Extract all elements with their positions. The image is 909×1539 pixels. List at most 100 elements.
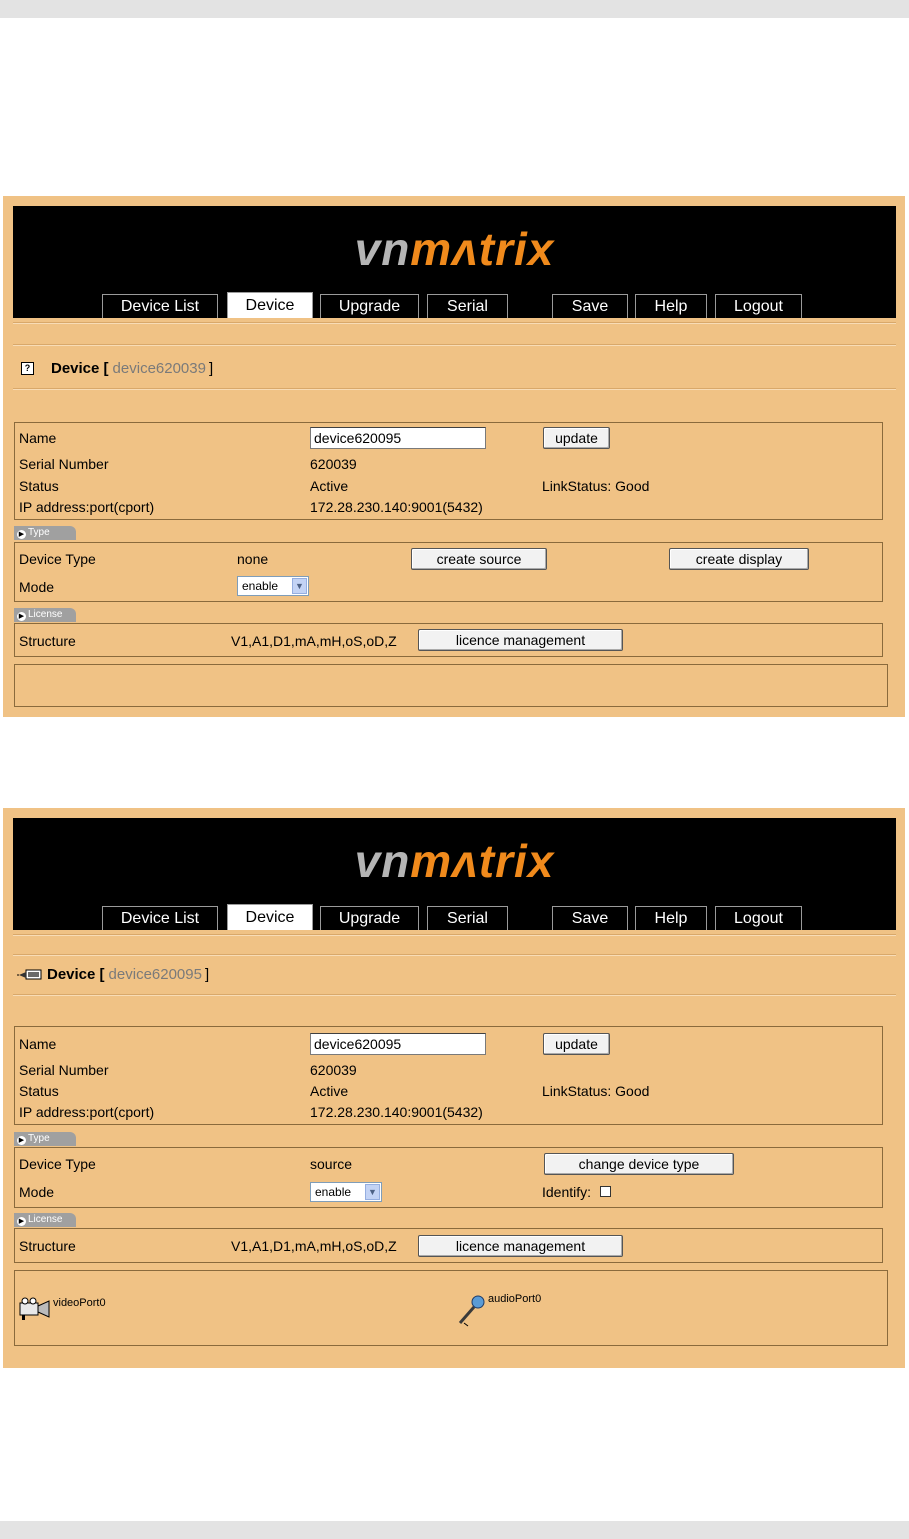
- device-heading: ? Device [ device620039 ]: [17, 360, 213, 377]
- tab-logout[interactable]: Logout: [715, 906, 802, 930]
- licence-management-button[interactable]: licence management: [418, 629, 623, 651]
- vnmatrix-logo: vnmʌtrix: [354, 835, 555, 887]
- mode-select-value: enable: [315, 1185, 352, 1199]
- microphone-icon: [458, 1295, 485, 1327]
- tab-save[interactable]: Save: [552, 906, 628, 930]
- tab-device[interactable]: Device: [227, 292, 313, 318]
- device-type-value: source: [310, 1156, 353, 1172]
- name-input[interactable]: device620095: [310, 427, 486, 449]
- tab-help[interactable]: Help: [635, 906, 707, 930]
- structure-value: V1,A1,D1,mA,mH,oS,oD,Z: [231, 1238, 397, 1254]
- divider: [13, 344, 896, 346]
- tab-device[interactable]: Device: [227, 904, 313, 930]
- change-device-type-button[interactable]: change device type: [544, 1153, 734, 1175]
- license-box: Structure V1,A1,D1,mA,mH,oS,oD,Z licence…: [14, 1228, 883, 1263]
- divider: [13, 388, 896, 390]
- structure-label: Structure: [19, 633, 76, 649]
- tab-logout[interactable]: Logout: [715, 294, 802, 318]
- device-page-screenshot-1: vnmʌtrix Device List Device Upgrade Seri…: [3, 196, 905, 717]
- divider: [13, 934, 896, 936]
- identify-label: Identify:: [542, 1184, 592, 1200]
- arrow-icon: ▶: [17, 612, 26, 621]
- device-id: device620095: [108, 966, 202, 983]
- license-section-tab[interactable]: ▶ License: [14, 1213, 76, 1227]
- document-top-bar: [0, 0, 909, 18]
- identify-checkbox[interactable]: [600, 1186, 611, 1197]
- tab-upgrade[interactable]: Upgrade: [320, 906, 419, 930]
- license-tab-label: License: [28, 1214, 63, 1225]
- device-heading-close: ]: [204, 966, 210, 983]
- serial-number-value: 620039: [310, 1062, 357, 1078]
- device-heading-close: ]: [208, 360, 214, 377]
- link-status: LinkStatus: Good: [542, 1083, 650, 1099]
- arrow-icon: ▶: [17, 530, 26, 539]
- tab-serial[interactable]: Serial: [427, 906, 508, 930]
- ports-box: [14, 664, 888, 707]
- structure-label: Structure: [19, 1238, 76, 1254]
- tab-upgrade[interactable]: Upgrade: [320, 294, 419, 318]
- type-box: Device Type none create source create di…: [14, 542, 883, 602]
- nav-tabs: Device List Device Upgrade Serial Save H…: [13, 904, 896, 930]
- tab-save[interactable]: Save: [552, 294, 628, 318]
- ip-label: IP address:port(cport): [19, 499, 155, 515]
- device-heading-label: Device [: [47, 966, 105, 983]
- update-button[interactable]: update: [543, 427, 610, 449]
- device-info-box: Name device620095 update Serial Number 6…: [14, 422, 883, 520]
- device-heading: Device [ device620095 ]: [17, 966, 209, 983]
- tab-serial[interactable]: Serial: [427, 294, 508, 318]
- document-bottom-bar: [0, 1521, 909, 1539]
- licence-management-button[interactable]: licence management: [418, 1235, 623, 1257]
- tab-device-list[interactable]: Device List: [102, 294, 218, 318]
- source-device-icon: [17, 969, 42, 979]
- serial-number-label: Serial Number: [19, 1062, 109, 1078]
- name-label: Name: [19, 1036, 57, 1052]
- video-port[interactable]: videoPort0: [19, 1297, 106, 1321]
- mode-select[interactable]: enable ▼: [237, 576, 309, 596]
- create-display-button[interactable]: create display: [669, 548, 809, 570]
- serial-number-label: Serial Number: [19, 456, 109, 472]
- type-box: Device Type source change device type Mo…: [14, 1147, 883, 1208]
- vnmatrix-logo: vnmʌtrix: [354, 223, 555, 275]
- create-source-button[interactable]: create source: [411, 548, 547, 570]
- audio-port-label: audioPort0: [488, 1293, 542, 1305]
- chevron-down-icon: ▼: [292, 578, 307, 594]
- ip-value: 172.28.230.140:9001(5432): [310, 499, 483, 515]
- mode-label: Mode: [19, 1184, 55, 1200]
- header-banner: vnmʌtrix Device List Device Upgrade Seri…: [13, 206, 896, 318]
- video-camera-icon: [19, 1297, 50, 1320]
- mode-select[interactable]: enable ▼: [310, 1182, 382, 1202]
- tab-help[interactable]: Help: [635, 294, 707, 318]
- device-type-value: none: [237, 551, 269, 567]
- type-section-tab[interactable]: ▶ Type: [14, 1132, 76, 1146]
- audio-port[interactable]: audioPort0: [454, 1293, 541, 1327]
- status-label: Status: [19, 478, 59, 494]
- status-value: Active: [310, 478, 349, 494]
- type-section-tab[interactable]: ▶ Type: [14, 526, 76, 540]
- ip-label: IP address:port(cport): [19, 1104, 155, 1120]
- serial-number-value: 620039: [310, 456, 357, 472]
- arrow-icon: ▶: [17, 1217, 26, 1226]
- device-page-screenshot-2: vnmʌtrix Device List Device Upgrade Seri…: [3, 808, 905, 1368]
- device-type-label: Device Type: [19, 551, 96, 567]
- header-banner: vnmʌtrix Device List Device Upgrade Seri…: [13, 818, 896, 930]
- divider: [13, 994, 896, 996]
- ports-box: videoPort0 audioPort0: [14, 1270, 888, 1346]
- mode-label: Mode: [19, 579, 55, 595]
- license-tab-label: License: [28, 609, 63, 620]
- mode-select-value: enable: [242, 579, 279, 593]
- divider: [13, 954, 896, 956]
- type-tab-label: Type: [28, 527, 50, 538]
- tab-device-list[interactable]: Device List: [102, 906, 218, 930]
- help-icon[interactable]: ?: [21, 362, 34, 375]
- structure-value: V1,A1,D1,mA,mH,oS,oD,Z: [231, 633, 397, 649]
- device-info-box: Name device620095 update Serial Number 6…: [14, 1026, 883, 1125]
- arrow-icon: ▶: [17, 1136, 26, 1145]
- device-heading-label: Device [: [51, 360, 109, 377]
- license-section-tab[interactable]: ▶ License: [14, 608, 76, 622]
- status-value: Active: [310, 1083, 349, 1099]
- device-id: device620039: [112, 360, 206, 377]
- name-input[interactable]: device620095: [310, 1033, 486, 1055]
- nav-tabs: Device List Device Upgrade Serial Save H…: [13, 292, 896, 318]
- update-button[interactable]: update: [543, 1033, 610, 1055]
- device-type-label: Device Type: [19, 1156, 96, 1172]
